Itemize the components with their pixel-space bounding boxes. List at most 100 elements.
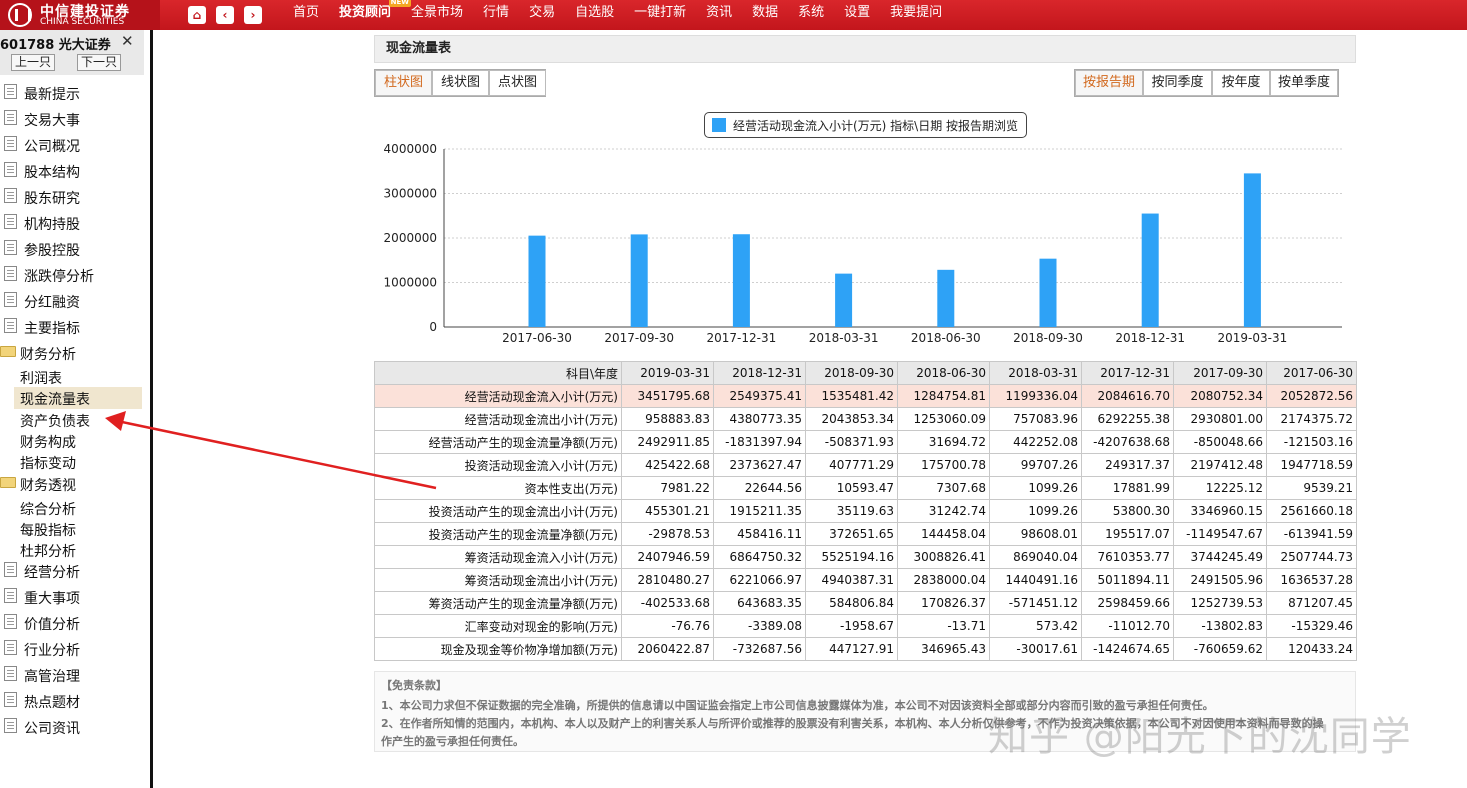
table-row[interactable]: 资本性支出(万元) 7981.22 22644.56 10593.47 7307.68 1… <box>374 476 1357 500</box>
table-row[interactable]: 投资活动现金流入小计(万元) 425422.68 2373627.47 407771.… <box>374 453 1357 477</box>
sidebar-item-3[interactable]: 股本结构 <box>0 160 150 182</box>
table-row[interactable]: 筹资活动产生的现金流量净额(万元) -402533.68 643683.35 5848… <box>374 591 1357 615</box>
sidebar-item-10[interactable]: 财务分析 <box>0 342 150 364</box>
sidebar-item-8[interactable]: 分红融资 <box>0 290 150 312</box>
sidebar-item-label: 参股控股 <box>24 243 80 259</box>
table-cell: -508371.93 <box>805 430 898 454</box>
stock-selector: 601788 光大证券 ✕ 上一只 下一只 <box>0 30 144 75</box>
next-stock-button[interactable]: 下一只 <box>77 54 121 71</box>
close-icon[interactable]: ✕ <box>121 32 134 50</box>
sidebar-item-25[interactable]: 热点题材 <box>0 690 150 712</box>
table-row[interactable]: 筹资活动现金流入小计(万元) 2407946.59 6864750.32 552519… <box>374 545 1357 569</box>
bar[interactable] <box>630 234 648 327</box>
period-tab-3[interactable]: 按单季度 <box>1270 70 1338 96</box>
home-icon[interactable]: ⌂ <box>188 6 206 24</box>
nav-item-3[interactable]: 行情 <box>473 0 519 30</box>
bar[interactable] <box>835 273 853 327</box>
sidebar-item-5[interactable]: 机构持股 <box>0 212 150 234</box>
bar[interactable] <box>732 234 750 327</box>
nav-item-8[interactable]: 数据 <box>742 0 788 30</box>
nav-item-11[interactable]: 我要提问 <box>880 0 952 30</box>
sidebar-item-21[interactable]: 重大事项 <box>0 586 150 608</box>
nav-item-label: 设置 <box>844 5 871 20</box>
forward-icon[interactable]: › <box>244 6 262 24</box>
table-cell: -121503.16 <box>1266 430 1357 454</box>
bar[interactable] <box>937 269 955 327</box>
document-icon <box>4 562 17 578</box>
sidebar-item-15[interactable]: 指标变动 <box>0 451 150 473</box>
nav-item-6[interactable]: 一键打新 <box>624 0 696 30</box>
sidebar-item-18[interactable]: 每股指标 <box>0 518 150 540</box>
nav-item-4[interactable]: 交易 <box>519 0 565 30</box>
table-row[interactable]: 经营活动现金流入小计(万元) 3451795.68 2549375.41 153548… <box>374 384 1357 408</box>
table-corner-header: 科目\年度 <box>374 361 622 385</box>
table-row[interactable]: 筹资活动现金流出小计(万元) 2810480.27 6221066.97 494038… <box>374 568 1357 592</box>
bar[interactable] <box>528 235 546 327</box>
column-header: 2018-06-30 <box>897 361 990 385</box>
sidebar-item-17[interactable]: 综合分析 <box>0 497 150 519</box>
table-cell: 2373627.47 <box>713 453 806 477</box>
period-tab-0[interactable]: 按报告期 <box>1075 70 1143 96</box>
period-tab-2[interactable]: 按年度 <box>1212 70 1270 96</box>
sidebar-item-24[interactable]: 高管治理 <box>0 664 150 686</box>
sidebar-item-1[interactable]: 交易大事 <box>0 108 150 130</box>
table-cell: 249317.37 <box>1081 453 1174 477</box>
table-row[interactable]: 经营活动现金流出小计(万元) 958883.83 4380773.35 2043853… <box>374 407 1357 431</box>
back-icon[interactable]: ‹ <box>216 6 234 24</box>
table-row[interactable]: 投资活动产生的现金流量净额(万元) -29878.53 458416.11 37265… <box>374 522 1357 546</box>
table-cell: 407771.29 <box>805 453 898 477</box>
sidebar-item-11[interactable]: 利润表 <box>0 366 150 388</box>
disclaimer-title: 【免责条款】 <box>381 679 447 692</box>
table-cell: 1535481.42 <box>805 384 898 408</box>
table-row[interactable]: 汇率变动对现金的影响(万元) -76.76 -3389.08 -1958.67 -13.… <box>374 614 1357 638</box>
sidebar-item-26[interactable]: 公司资讯 <box>0 716 150 738</box>
table-cell: 2549375.41 <box>713 384 806 408</box>
sidebar-item-12[interactable]: 现金流量表 <box>14 387 142 410</box>
table-row[interactable]: 现金及现金等价物净增加额(万元) 2060422.87 -732687.56 4471… <box>374 637 1357 661</box>
nav-item-9[interactable]: 系统 <box>788 0 834 30</box>
nav-item-5[interactable]: 自选股 <box>565 0 624 30</box>
sidebar-item-16[interactable]: 财务透视 <box>0 473 150 495</box>
table-row[interactable]: 投资活动产生的现金流出小计(万元) 455301.21 1915211.35 3511… <box>374 499 1357 523</box>
sidebar-item-23[interactable]: 行业分析 <box>0 638 150 660</box>
bar[interactable] <box>1039 258 1057 327</box>
bar[interactable] <box>1243 173 1261 327</box>
nav-item-2[interactable]: 全景市场 <box>401 0 473 30</box>
table-cell: -13.71 <box>897 614 990 638</box>
nav-item-7[interactable]: 资讯 <box>696 0 742 30</box>
table-cell: 346965.43 <box>897 637 990 661</box>
sidebar-item-14[interactable]: 财务构成 <box>0 430 150 452</box>
sidebar-item-19[interactable]: 杜邦分析 <box>0 539 150 561</box>
sidebar-item-2[interactable]: 公司概况 <box>0 134 150 156</box>
table-cell: -571451.12 <box>989 591 1082 615</box>
nav-item-1[interactable]: 投资顾问 NEW <box>329 0 412 30</box>
chart-tab-0[interactable]: 柱状图 <box>375 70 432 96</box>
chart-tab-2[interactable]: 点状图 <box>489 70 546 96</box>
sidebar-item-22[interactable]: 价值分析 <box>0 612 150 634</box>
table-cell: 22644.56 <box>713 476 806 500</box>
table-cell: 1199336.04 <box>989 384 1082 408</box>
column-header: 2018-03-31 <box>989 361 1082 385</box>
table-cell: -732687.56 <box>713 637 806 661</box>
bar[interactable] <box>1141 213 1159 327</box>
document-icon <box>4 240 17 255</box>
chart-tab-1[interactable]: 线状图 <box>432 70 489 96</box>
sidebar-item-label: 综合分析 <box>20 501 76 518</box>
nav-item-label: 投资顾问 <box>339 5 392 20</box>
chart-legend[interactable]: 经营活动现金流入小计(万元) 指标\日期 按报告期浏览 <box>704 112 1028 138</box>
table-row[interactable]: 经营活动产生的现金流量净额(万元) 2492911.85 -1831397.94 -5… <box>374 430 1357 454</box>
sidebar-item-7[interactable]: 涨跌停分析 <box>0 264 150 286</box>
sidebar-item-20[interactable]: 经营分析 <box>0 560 150 582</box>
prev-stock-button[interactable]: 上一只 <box>11 54 55 71</box>
sidebar-item-0[interactable]: 最新提示 <box>0 82 150 104</box>
period-tab-1[interactable]: 按同季度 <box>1143 70 1212 96</box>
sidebar-item-6[interactable]: 参股控股 <box>0 238 150 260</box>
sidebar-item-9[interactable]: 主要指标 <box>0 316 150 338</box>
nav-item-0[interactable]: 首页 <box>283 0 329 30</box>
table-cell: 2507744.73 <box>1266 545 1357 569</box>
table-cell: 573.42 <box>989 614 1082 638</box>
sidebar-item-4[interactable]: 股东研究 <box>0 186 150 208</box>
nav-item-10[interactable]: 设置 <box>834 0 880 30</box>
table-cell: 120433.24 <box>1266 637 1357 661</box>
sidebar-item-13[interactable]: 资产负债表 <box>0 409 150 431</box>
